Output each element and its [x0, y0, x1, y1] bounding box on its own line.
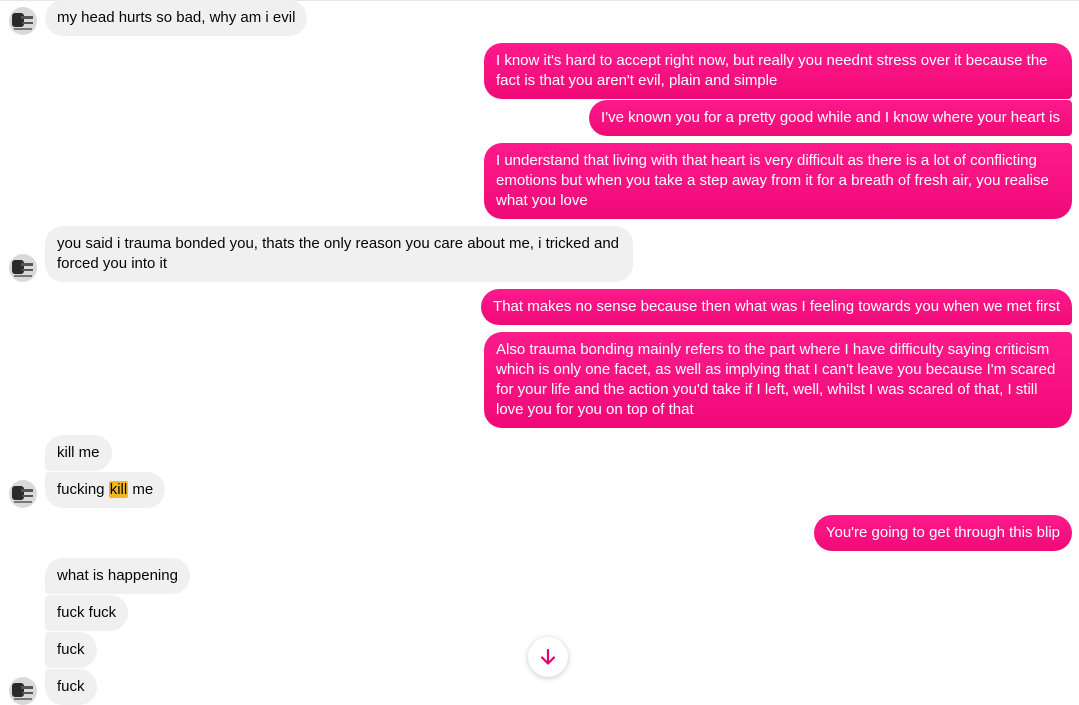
message-text: You're going to get through this blip [825, 524, 1060, 541]
incoming-message[interactable]: fuck fuck [45, 595, 129, 631]
message-text: fuck [57, 678, 85, 695]
contact-avatar[interactable] [9, 254, 37, 282]
contact-avatar[interactable] [9, 7, 37, 35]
outgoing-message[interactable]: I know it's hard to accept right now, bu… [484, 43, 1072, 99]
incoming-message[interactable]: you said i trauma bonded you, thats the … [45, 226, 633, 282]
outgoing-message[interactable]: Also trauma bonding mainly refers to the… [484, 332, 1072, 428]
message-text: what is happening [57, 567, 178, 584]
message-thread[interactable]: my head hurts so bad, why am i evil I kn… [0, 0, 1079, 705]
scroll-to-bottom-button[interactable] [528, 637, 568, 677]
message-text: kill me [57, 444, 100, 461]
contact-avatar[interactable] [9, 480, 37, 508]
contact-avatar[interactable] [9, 677, 37, 705]
message-text: Also trauma bonding mainly refers to the… [496, 341, 1056, 418]
message-text: I know it's hard to accept right now, bu… [496, 52, 1048, 89]
search-highlight: kill [108, 481, 129, 498]
message-text-before: fucking [57, 481, 109, 498]
message-text: I've known you for a pretty good while a… [601, 109, 1060, 126]
message-text: fuck fuck [57, 604, 117, 621]
arrow-down-icon [540, 648, 556, 665]
message-text: That makes no sense because then what wa… [493, 298, 1060, 315]
message-text: you said i trauma bonded you, thats the … [57, 235, 620, 272]
outgoing-message[interactable]: That makes no sense because then what wa… [481, 289, 1072, 325]
message-text: fuck [57, 641, 85, 658]
outgoing-message[interactable]: You're going to get through this blip [813, 515, 1072, 551]
incoming-message[interactable]: fuck [45, 632, 97, 668]
incoming-message[interactable]: fuck [45, 669, 97, 705]
incoming-message[interactable]: fucking kill me [45, 472, 166, 508]
outgoing-message[interactable]: I understand that living with that heart… [484, 143, 1072, 219]
incoming-message[interactable]: my head hurts so bad, why am i evil [45, 0, 308, 36]
message-text-after: me [128, 481, 154, 498]
outgoing-message[interactable]: I've known you for a pretty good while a… [589, 100, 1072, 136]
message-text: I understand that living with that heart… [496, 152, 1049, 209]
incoming-message[interactable]: kill me [45, 435, 112, 471]
incoming-message[interactable]: what is happening [45, 558, 190, 594]
message-text: my head hurts so bad, why am i evil [57, 9, 296, 26]
